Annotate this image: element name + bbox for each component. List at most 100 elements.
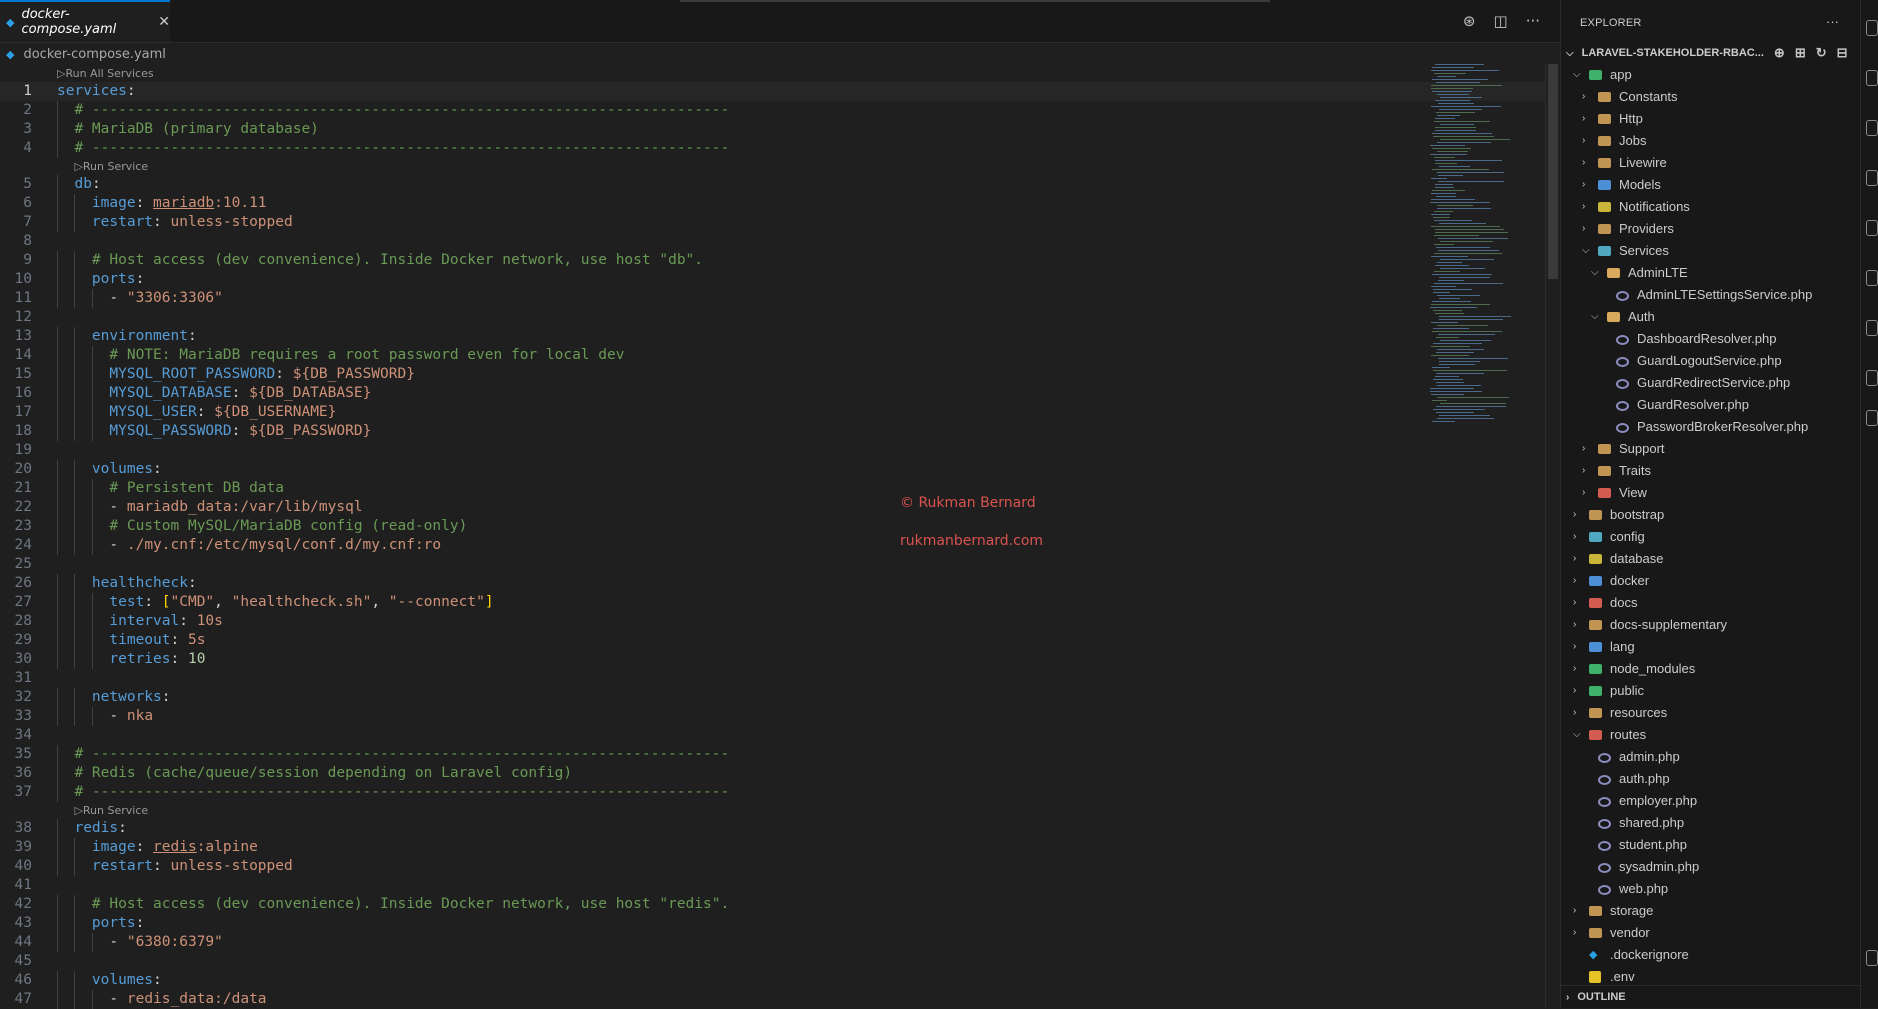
tree-folder[interactable]: › Providers — [1561, 218, 1861, 240]
source-control-icon[interactable] — [1866, 120, 1878, 136]
code-line[interactable]: 19 — [0, 441, 1545, 460]
tree-folder[interactable]: › Models — [1561, 174, 1861, 196]
tree-folder[interactable]: › Notifications — [1561, 196, 1861, 218]
tree-folder[interactable]: › node_modules — [1561, 658, 1861, 680]
tree-file[interactable]: DashboardResolver.php — [1561, 328, 1861, 350]
tree-folder[interactable]: ⌵ app — [1561, 64, 1861, 86]
code-line[interactable]: 38 redis: — [0, 819, 1545, 838]
codelens-label[interactable]: ▷Run Service — [74, 158, 148, 175]
scroll-thumb[interactable] — [1548, 64, 1558, 279]
code-line[interactable]: 26 healthcheck: — [0, 574, 1545, 593]
debug-icon[interactable] — [1866, 170, 1878, 186]
code-line[interactable]: 44 - "6380:6379" — [0, 933, 1545, 952]
tree-file[interactable]: admin.php — [1561, 746, 1861, 768]
code-line[interactable]: 7 restart: unless-stopped — [0, 213, 1545, 232]
new-folder-icon[interactable]: ⊞ — [1795, 45, 1806, 61]
code-line[interactable]: 30 retries: 10 — [0, 650, 1545, 669]
workspace-root[interactable]: ⌵ LARAVEL-STAKEHOLDER-RBAC... ⊕ ⊞ ↻ ⊟ — [1561, 43, 1851, 63]
tree-folder[interactable]: › View — [1561, 482, 1861, 504]
tree-file[interactable]: ◆ .dockerignore — [1561, 944, 1861, 966]
code-line[interactable]: 47 - redis_data:/data — [0, 990, 1545, 1009]
remote-icon[interactable] — [1866, 370, 1878, 386]
panel-icon[interactable] — [1866, 410, 1878, 426]
tree-folder[interactable]: › lang — [1561, 636, 1861, 658]
more-icon[interactable]: ··· — [1526, 12, 1540, 30]
code-line[interactable]: 22 - mariadb_data:/var/lib/mysql — [0, 498, 1545, 517]
code-line[interactable]: 4 # ------------------------------------… — [0, 139, 1545, 158]
code-line[interactable]: 35 # -----------------------------------… — [0, 745, 1545, 764]
tree-file[interactable]: auth.php — [1561, 768, 1861, 790]
code-line[interactable]: 29 timeout: 5s — [0, 631, 1545, 650]
tree-folder[interactable]: ⌵ Services — [1561, 240, 1861, 262]
code-line[interactable]: 10 ports: — [0, 270, 1545, 289]
tree-folder[interactable]: ⌵ Auth — [1561, 306, 1861, 328]
code-line[interactable]: 6 image: mariadb:10.11 — [0, 194, 1545, 213]
code-line[interactable]: 24 - ./my.cnf:/etc/mysql/conf.d/my.cnf:r… — [0, 536, 1545, 555]
code-line[interactable]: 25 — [0, 555, 1545, 574]
code-line[interactable]: 12 — [0, 308, 1545, 327]
tree-folder[interactable]: › docker — [1561, 570, 1861, 592]
extensions-icon[interactable] — [1866, 220, 1878, 236]
tree-folder[interactable]: › resources — [1561, 702, 1861, 724]
tree-file[interactable]: GuardRedirectService.php — [1561, 372, 1861, 394]
editor-scrollbar[interactable] — [1545, 64, 1558, 1008]
code-editor[interactable]: ▷Run All Services 1 services: 2 # ---------… — [0, 65, 1545, 1009]
tree-folder[interactable]: › Http — [1561, 108, 1861, 130]
code-line[interactable]: 16 MYSQL_DATABASE: ${DB_DATABASE} — [0, 384, 1545, 403]
tree-file[interactable]: employer.php — [1561, 790, 1861, 812]
more-icon[interactable]: ··· — [1826, 14, 1839, 29]
code-line[interactable]: 11 - "3306:3306" — [0, 289, 1545, 308]
close-icon[interactable]: ✕ — [158, 14, 170, 30]
code-line[interactable]: 21 # Persistent DB data — [0, 479, 1545, 498]
tree-folder[interactable]: › Livewire — [1561, 152, 1861, 174]
tree-file[interactable]: GuardLogoutService.php — [1561, 350, 1861, 372]
code-line[interactable]: 45 — [0, 952, 1545, 971]
tree-file[interactable]: shared.php — [1561, 812, 1861, 834]
tree-folder[interactable]: › vendor — [1561, 922, 1861, 944]
tree-file[interactable]: sysadmin.php — [1561, 856, 1861, 878]
code-line[interactable]: 33 - nka — [0, 707, 1545, 726]
code-line[interactable]: 37 # -----------------------------------… — [0, 783, 1545, 802]
code-line[interactable]: 23 # Custom MySQL/MariaDB config (read-o… — [0, 517, 1545, 536]
code-line[interactable]: 1 services: — [0, 82, 1545, 101]
tree-folder[interactable]: › bootstrap — [1561, 504, 1861, 526]
copilot-icon[interactable]: ⊛ — [1463, 12, 1476, 30]
code-line[interactable]: 17 MYSQL_USER: ${DB_USERNAME} — [0, 403, 1545, 422]
tree-file[interactable]: student.php — [1561, 834, 1861, 856]
code-line[interactable]: 15 MYSQL_ROOT_PASSWORD: ${DB_PASSWORD} — [0, 365, 1545, 384]
code-line[interactable]: 34 — [0, 726, 1545, 745]
code-line[interactable]: 13 environment: — [0, 327, 1545, 346]
code-line[interactable]: 5 db: — [0, 175, 1545, 194]
code-line[interactable]: 14 # NOTE: MariaDB requires a root passw… — [0, 346, 1545, 365]
code-line[interactable]: 43 ports: — [0, 914, 1545, 933]
tree-file[interactable]: PasswordBrokerResolver.php — [1561, 416, 1861, 438]
tree-folder[interactable]: › Jobs — [1561, 130, 1861, 152]
chat-icon[interactable] — [1866, 20, 1878, 36]
breadcrumb-file[interactable]: docker-compose.yaml — [23, 47, 165, 62]
tree-folder[interactable]: ⌵ routes — [1561, 724, 1861, 746]
code-line[interactable]: 46 volumes: — [0, 971, 1545, 990]
refresh-icon[interactable]: ↻ — [1816, 45, 1827, 61]
search-icon[interactable] — [1866, 70, 1878, 86]
collapse-all-icon[interactable]: ⊟ — [1837, 45, 1848, 61]
code-line[interactable]: 31 — [0, 669, 1545, 688]
codelens-run-service[interactable]: ▷Run Service — [0, 158, 1545, 175]
tree-folder[interactable]: › docs — [1561, 592, 1861, 614]
tree-folder[interactable]: › Constants — [1561, 86, 1861, 108]
code-line[interactable]: 8 — [0, 232, 1545, 251]
tree-file[interactable]: GuardResolver.php — [1561, 394, 1861, 416]
codelens-label[interactable]: ▷Run Service — [74, 802, 148, 819]
code-line[interactable]: 20 volumes: — [0, 460, 1545, 479]
code-line[interactable]: 42 # Host access (dev convenience). Insi… — [0, 895, 1545, 914]
code-line[interactable]: 2 # ------------------------------------… — [0, 101, 1545, 120]
account-icon[interactable] — [1866, 950, 1878, 966]
codelens-run-service[interactable]: ▷Run Service — [0, 802, 1545, 819]
outline-section[interactable]: › OUTLINE — [1561, 985, 1861, 1008]
code-line[interactable]: 28 interval: 10s — [0, 612, 1545, 631]
code-line[interactable]: 27 test: ["CMD", "healthcheck.sh", "--co… — [0, 593, 1545, 612]
code-line[interactable]: 9 # Host access (dev convenience). Insid… — [0, 251, 1545, 270]
tree-folder[interactable]: › config — [1561, 526, 1861, 548]
codelens-run-all[interactable]: ▷Run All Services — [0, 65, 1545, 82]
tree-folder[interactable]: › Support — [1561, 438, 1861, 460]
tree-file[interactable]: AdminLTESettingsService.php — [1561, 284, 1861, 306]
